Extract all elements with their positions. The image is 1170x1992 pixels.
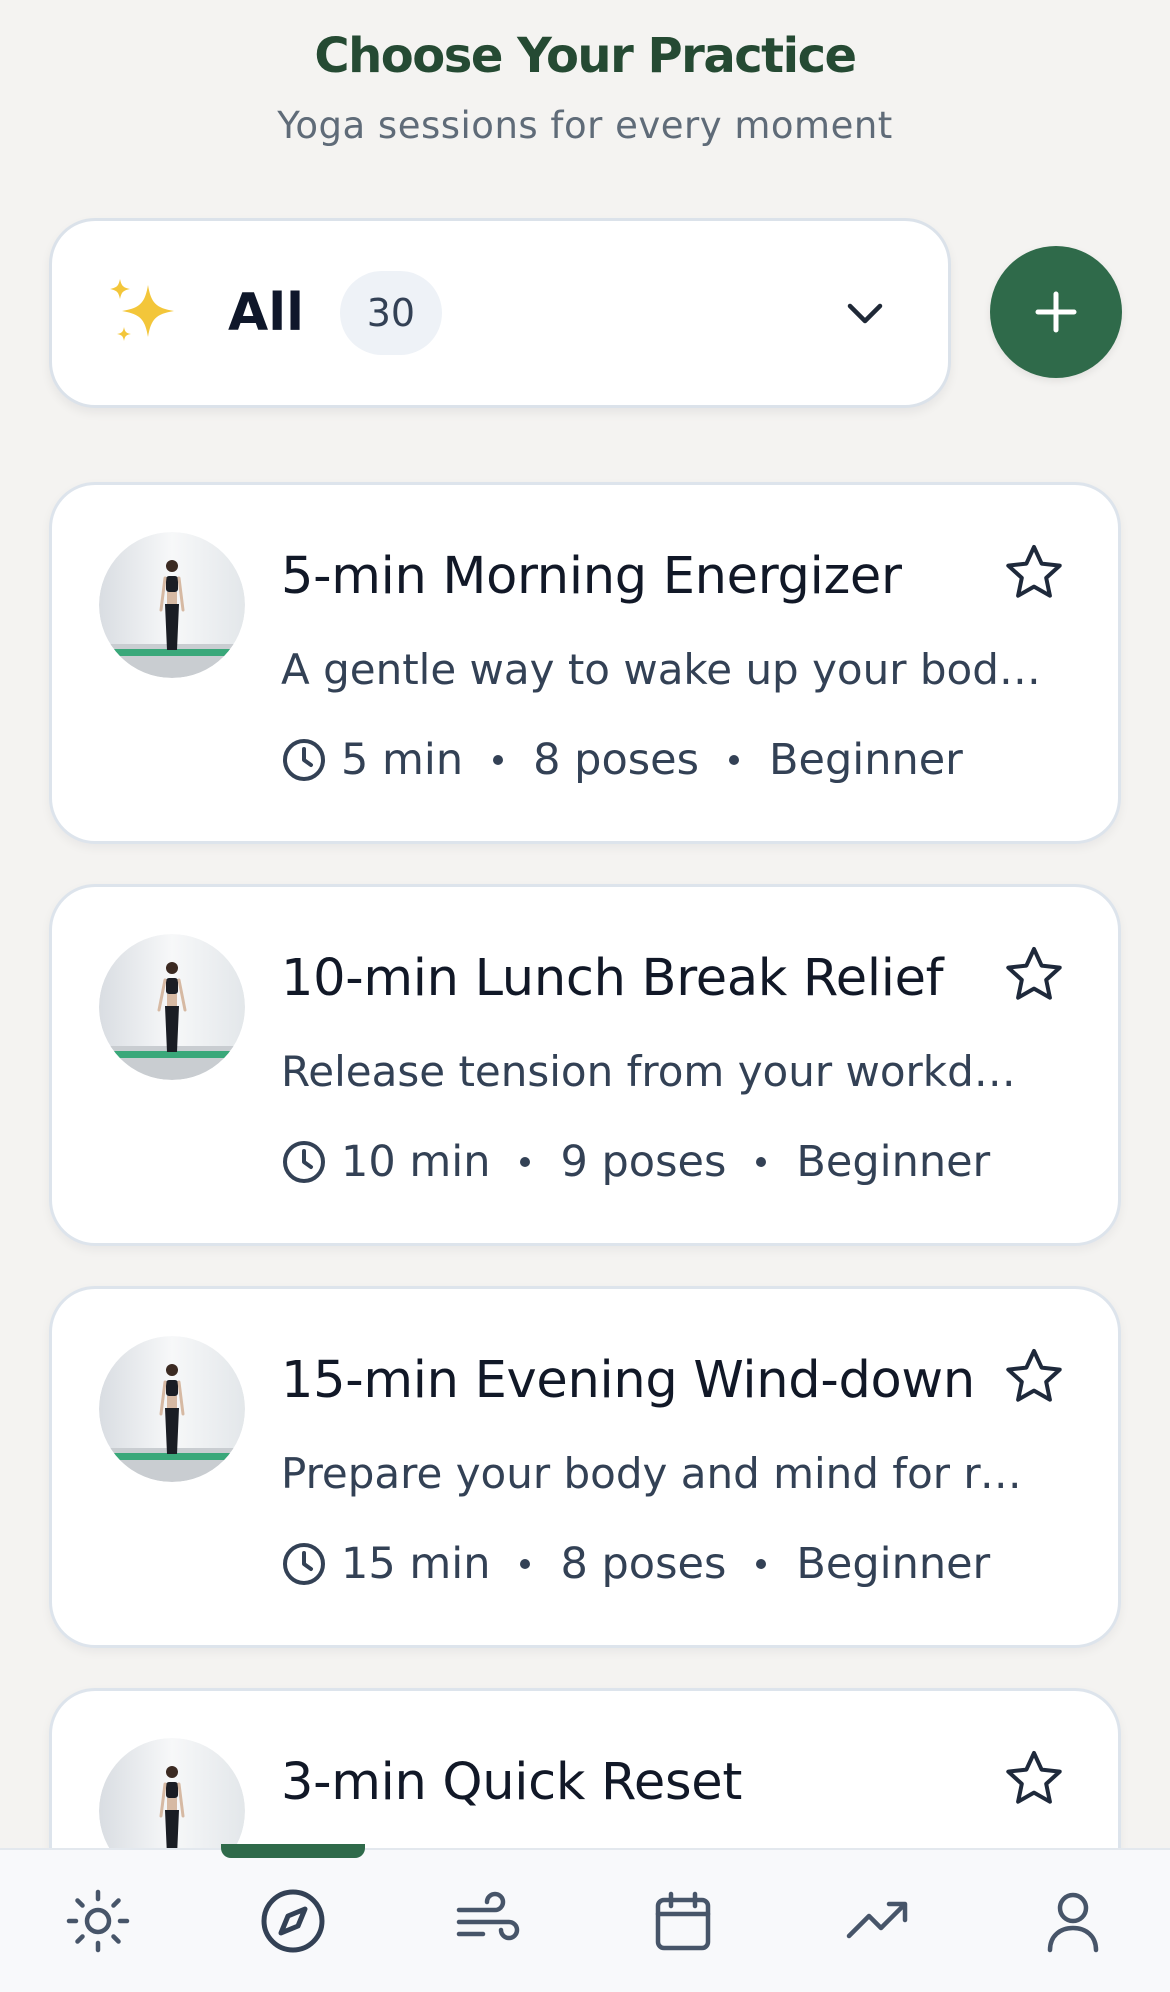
session-meta: 10 min 9 poses Beginner xyxy=(281,1137,990,1187)
user-icon xyxy=(1047,1892,1098,1953)
add-session-button[interactable] xyxy=(990,246,1122,378)
star-icon[interactable] xyxy=(1002,541,1066,605)
session-meta: 5 min 8 poses Beginner xyxy=(281,735,963,785)
active-tab-indicator xyxy=(220,1844,365,1858)
session-list: 5-min Morning Energizer A gentle way to … xyxy=(49,482,1121,1992)
meta-separator xyxy=(520,1559,531,1569)
session-thumbnail xyxy=(99,934,245,1080)
session-thumbnail xyxy=(99,1336,245,1482)
session-duration: 10 min xyxy=(341,1137,491,1187)
session-level: Beginner xyxy=(769,735,963,785)
session-duration: 5 min xyxy=(341,735,464,785)
nav-item-explore[interactable] xyxy=(195,1844,390,1992)
bottom-nav xyxy=(0,1844,1170,1992)
session-title: 3-min Quick Reset xyxy=(281,1753,743,1812)
session-title: 10-min Lunch Break Relief xyxy=(281,949,944,1008)
clock-icon xyxy=(283,1141,325,1183)
session-poses: 8 poses xyxy=(560,1539,727,1589)
compass-icon xyxy=(261,1889,324,1953)
calendar-icon xyxy=(655,1891,710,1951)
session-duration: 15 min xyxy=(341,1539,491,1589)
session-poses: 8 poses xyxy=(533,735,700,785)
clock-icon xyxy=(283,739,325,781)
sparkles-icon xyxy=(110,279,174,341)
chevron-down-icon xyxy=(847,303,883,324)
page-subtitle: Yoga sessions for every moment xyxy=(277,104,893,147)
header: Choose Your Practice Yoga sessions for e… xyxy=(0,22,1170,147)
category-filter-select[interactable]: All 30 xyxy=(49,218,951,408)
star-icon[interactable] xyxy=(1002,943,1066,1007)
clock-icon xyxy=(283,1543,325,1585)
session-thumbnail xyxy=(99,532,245,678)
session-card[interactable]: 15-min Evening Wind-down Prepare your bo… xyxy=(49,1286,1121,1648)
session-card[interactable]: 10-min Lunch Break Relief Release tensio… xyxy=(49,884,1121,1246)
session-description: Release tension from your workday and re… xyxy=(281,1047,1041,1096)
screen: Choose Your Practice Yoga sessions for e… xyxy=(0,0,1170,1992)
page-title: Choose Your Practice xyxy=(314,28,857,84)
meta-separator xyxy=(729,755,740,765)
star-icon[interactable] xyxy=(1002,1747,1066,1811)
sun-icon xyxy=(66,1889,129,1953)
session-title: 15-min Evening Wind-down xyxy=(281,1351,975,1410)
nav-item-breathe[interactable] xyxy=(390,1850,585,1992)
plus-icon xyxy=(1035,291,1077,333)
session-level: Beginner xyxy=(796,1137,991,1187)
nav-item-schedule[interactable] xyxy=(585,1850,780,1992)
nav-item-profile[interactable] xyxy=(975,1850,1170,1992)
trending-up-icon xyxy=(846,1901,907,1939)
meta-separator xyxy=(493,755,504,765)
meta-separator xyxy=(520,1157,531,1167)
session-level: Beginner xyxy=(796,1539,991,1589)
session-card[interactable]: 5-min Morning Energizer A gentle way to … xyxy=(49,482,1121,844)
meta-separator xyxy=(756,1157,767,1167)
filter-label: All xyxy=(228,283,304,343)
meta-separator xyxy=(756,1559,767,1569)
star-icon[interactable] xyxy=(1002,1345,1066,1409)
session-description: Prepare your body and mind for restful s… xyxy=(281,1449,1041,1498)
count-badge: 30 xyxy=(339,271,442,355)
session-title: 5-min Morning Energizer xyxy=(281,547,902,606)
session-description: A gentle way to wake up your body and st… xyxy=(281,645,1041,694)
session-meta: 15 min 8 poses Beginner xyxy=(281,1539,990,1589)
nav-item-today[interactable] xyxy=(0,1850,195,1992)
session-poses: 9 poses xyxy=(560,1137,727,1187)
nav-item-progress[interactable] xyxy=(780,1850,975,1992)
wind-icon xyxy=(456,1891,519,1941)
